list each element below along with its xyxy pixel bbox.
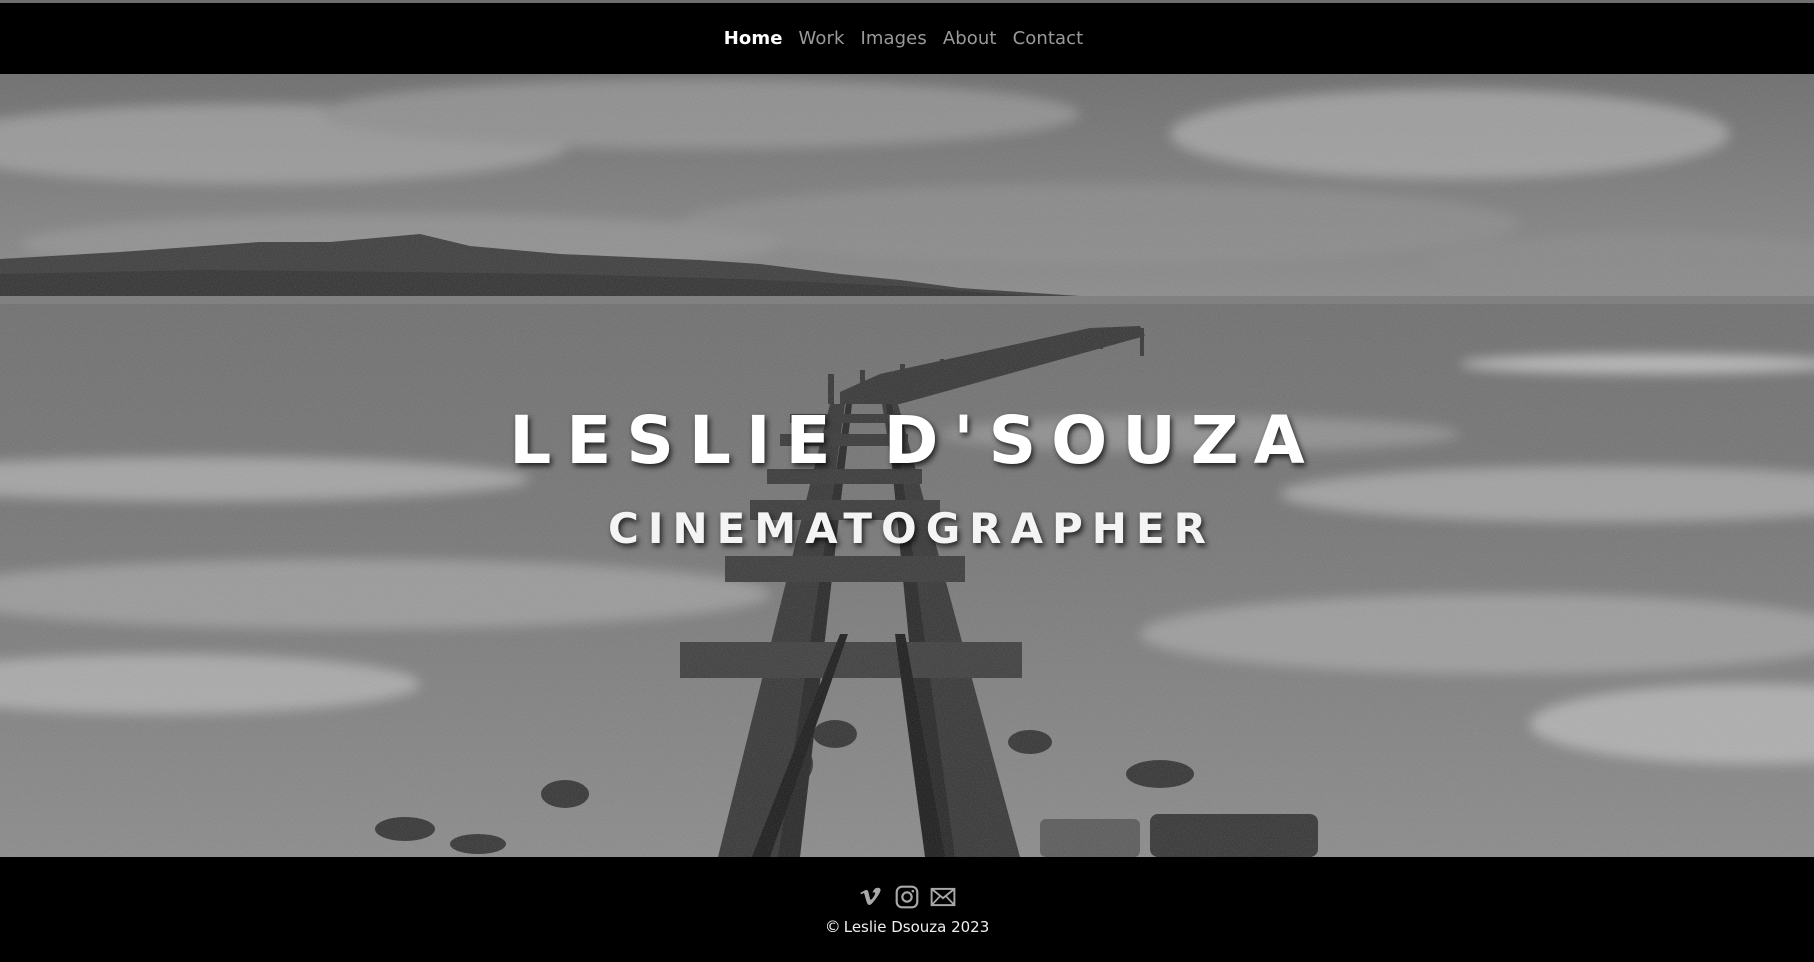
hero-subtitle: CINEMATOGRAPHER xyxy=(608,504,1215,553)
nav-item-work[interactable]: Work xyxy=(799,28,845,49)
nav-item-home[interactable]: Home xyxy=(724,28,783,49)
copyright-text: Leslie Dsouza 2023 xyxy=(843,917,990,936)
nav-item-contact[interactable]: Contact xyxy=(1013,28,1084,49)
hero-title: LESLIE D'SOUZA xyxy=(509,402,1320,479)
nav-links: Home Work Images About Contact xyxy=(724,28,1084,49)
vimeo-icon[interactable] xyxy=(858,884,884,910)
hero-section: LESLIE D'SOUZA CINEMATOGRAPHER xyxy=(0,74,1814,857)
copyright-icon: © xyxy=(824,917,841,936)
footer: © Leslie Dsouza 2023 xyxy=(0,857,1814,962)
nav-item-about[interactable]: About xyxy=(943,28,997,49)
nav-item-images[interactable]: Images xyxy=(860,28,926,49)
email-icon[interactable] xyxy=(930,884,956,910)
copyright: © Leslie Dsouza 2023 xyxy=(825,917,990,936)
instagram-icon[interactable] xyxy=(894,884,920,910)
top-navigation: Home Work Images About Contact xyxy=(0,3,1814,74)
social-links xyxy=(858,884,956,910)
